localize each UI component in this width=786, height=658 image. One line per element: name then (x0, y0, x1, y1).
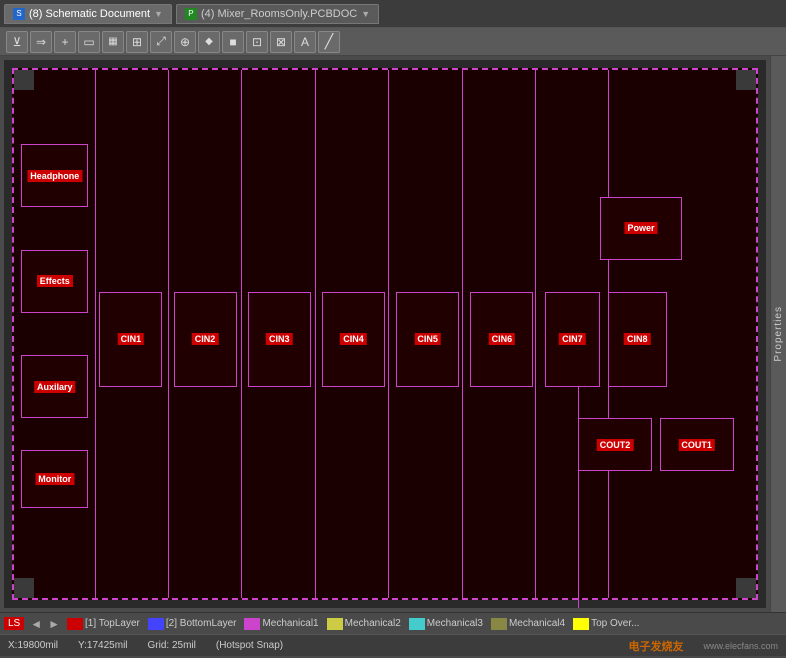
room-cin5[interactable]: CIN5 (396, 292, 459, 387)
pcb-tab-label: (4) Mixer_RoomsOnly.PCBDOC (201, 8, 357, 20)
cin3-label: CIN3 (266, 333, 293, 345)
schematic-tab[interactable]: S (8) Schematic Document ▼ (4, 4, 172, 24)
room-effects[interactable]: Effects (21, 250, 88, 313)
bottomlayer-color (148, 618, 164, 630)
logo-sub: www.elecfans.com (703, 641, 778, 651)
mechanical2-label: Mechanical2 (345, 618, 401, 629)
room-cin2[interactable]: CIN2 (174, 292, 237, 387)
room-monitor[interactable]: Monitor (21, 450, 88, 508)
room-cin1[interactable]: CIN1 (99, 292, 162, 387)
toplayer-label: [1] TopLayer (85, 618, 140, 629)
room-cin6[interactable]: CIN6 (470, 292, 533, 387)
cin1-label: CIN1 (118, 333, 145, 345)
key-tool[interactable]: ◆ (198, 31, 220, 53)
grid-info: Grid: 25mil (148, 640, 196, 651)
layer-toplayer[interactable]: [1] TopLayer (64, 618, 143, 630)
main-area: Headphone Effects Auxilary Monitor CIN1 … (0, 56, 786, 612)
schematic-tab-dropdown[interactable]: ▼ (154, 9, 163, 19)
room-auxilary[interactable]: Auxilary (21, 355, 88, 418)
layer-mechanical2[interactable]: Mechanical2 (324, 618, 404, 630)
toolbar: ⊻ ⇒ + ▭ ▦ ⊞ ⤢ ⊕ ◆ ■ ⊡ ⊠ A ╱ (0, 28, 786, 56)
text-tool[interactable]: A (294, 31, 316, 53)
layer-prev[interactable]: ◄ (28, 617, 44, 631)
monitor-label: Monitor (35, 473, 74, 485)
filter-tool[interactable]: ⊻ (6, 31, 28, 53)
top-overlay-color (573, 618, 589, 630)
schematic-icon: S (13, 8, 25, 20)
room-headphone[interactable]: Headphone (21, 144, 88, 207)
layer-top-overlay[interactable]: Top Over... (570, 618, 642, 630)
fill-tool[interactable]: ■ (222, 31, 244, 53)
room-cin3[interactable]: CIN3 (248, 292, 311, 387)
hotspot-info: (Hotspot Snap) (216, 640, 283, 651)
board-outline-tool[interactable]: ⊡ (246, 31, 268, 53)
title-bar: S (8) Schematic Document ▼ P (4) Mixer_R… (0, 0, 786, 28)
layer-mechanical3[interactable]: Mechanical3 (406, 618, 486, 630)
status-bar: X:19800mil Y:17425mil Grid: 25mil (Hotsp… (0, 634, 786, 656)
properties-label: Properties (773, 306, 784, 362)
cout2-label: COUT2 (597, 439, 634, 451)
cout1-label: COUT1 (678, 439, 715, 451)
mechanical3-color (409, 618, 425, 630)
ls-indicator: LS (4, 617, 24, 630)
pcb-tab[interactable]: P (4) Mixer_RoomsOnly.PCBDOC ▼ (176, 4, 379, 24)
room-power[interactable]: Power (600, 197, 682, 260)
chart-tool[interactable]: ▦ (102, 31, 124, 53)
net-inspector-tool[interactable]: ⇒ (30, 31, 52, 53)
power-label: Power (624, 222, 657, 234)
properties-panel[interactable]: Properties (770, 56, 786, 612)
mechanical4-color (491, 618, 507, 630)
layer-mechanical4[interactable]: Mechanical4 (488, 618, 568, 630)
wire-tool[interactable]: ⤢ (150, 31, 172, 53)
cin5-label: CIN5 (414, 333, 441, 345)
x-coord: X:19800mil (8, 640, 58, 651)
component-tool[interactable]: ⊞ (126, 31, 148, 53)
toplayer-color (67, 618, 83, 630)
room-cout2[interactable]: COUT2 (578, 418, 652, 471)
layer-tabs: LS ◄ ► [1] TopLayer [2] BottomLayer Mech… (0, 612, 786, 634)
rectangle-tool[interactable]: ▭ (78, 31, 100, 53)
cin6-label: CIN6 (489, 333, 516, 345)
add-component-tool[interactable]: + (54, 31, 76, 53)
dimensions-tool[interactable]: ⊠ (270, 31, 292, 53)
logo-main: 电子发烧友 (628, 638, 683, 654)
pcb-icon: P (185, 8, 197, 20)
pcb-canvas[interactable]: Headphone Effects Auxilary Monitor CIN1 … (4, 60, 766, 608)
schematic-tab-label: (8) Schematic Document (29, 8, 150, 20)
cin2-label: CIN2 (192, 333, 219, 345)
cin8-label: CIN8 (624, 333, 651, 345)
headphone-label: Headphone (27, 170, 82, 182)
layer-mechanical1[interactable]: Mechanical1 (241, 618, 321, 630)
pcb-board: Headphone Effects Auxilary Monitor CIN1 … (12, 68, 758, 600)
layer-next[interactable]: ► (46, 617, 62, 631)
y-coord: Y:17425mil (78, 640, 127, 651)
pcb-tab-dropdown[interactable]: ▼ (361, 9, 370, 19)
cin4-label: CIN4 (340, 333, 367, 345)
mechanical3-label: Mechanical3 (427, 618, 483, 629)
mechanical4-label: Mechanical4 (509, 618, 565, 629)
net-label-tool[interactable]: ⊕ (174, 31, 196, 53)
mechanical1-color (244, 618, 260, 630)
auxilary-label: Auxilary (34, 381, 76, 393)
cin7-label: CIN7 (559, 333, 586, 345)
room-cin7[interactable]: CIN7 (545, 292, 601, 387)
layer-bottomlayer[interactable]: [2] BottomLayer (145, 618, 240, 630)
effects-label: Effects (37, 275, 73, 287)
bottomlayer-label: [2] BottomLayer (166, 618, 237, 629)
mechanical1-label: Mechanical1 (262, 618, 318, 629)
room-cout1[interactable]: COUT1 (660, 418, 734, 471)
room-cin4[interactable]: CIN4 (322, 292, 385, 387)
mechanical2-color (327, 618, 343, 630)
room-cin8[interactable]: CIN8 (608, 292, 667, 387)
line-tool[interactable]: ╱ (318, 31, 340, 53)
top-overlay-label: Top Over... (591, 618, 639, 629)
